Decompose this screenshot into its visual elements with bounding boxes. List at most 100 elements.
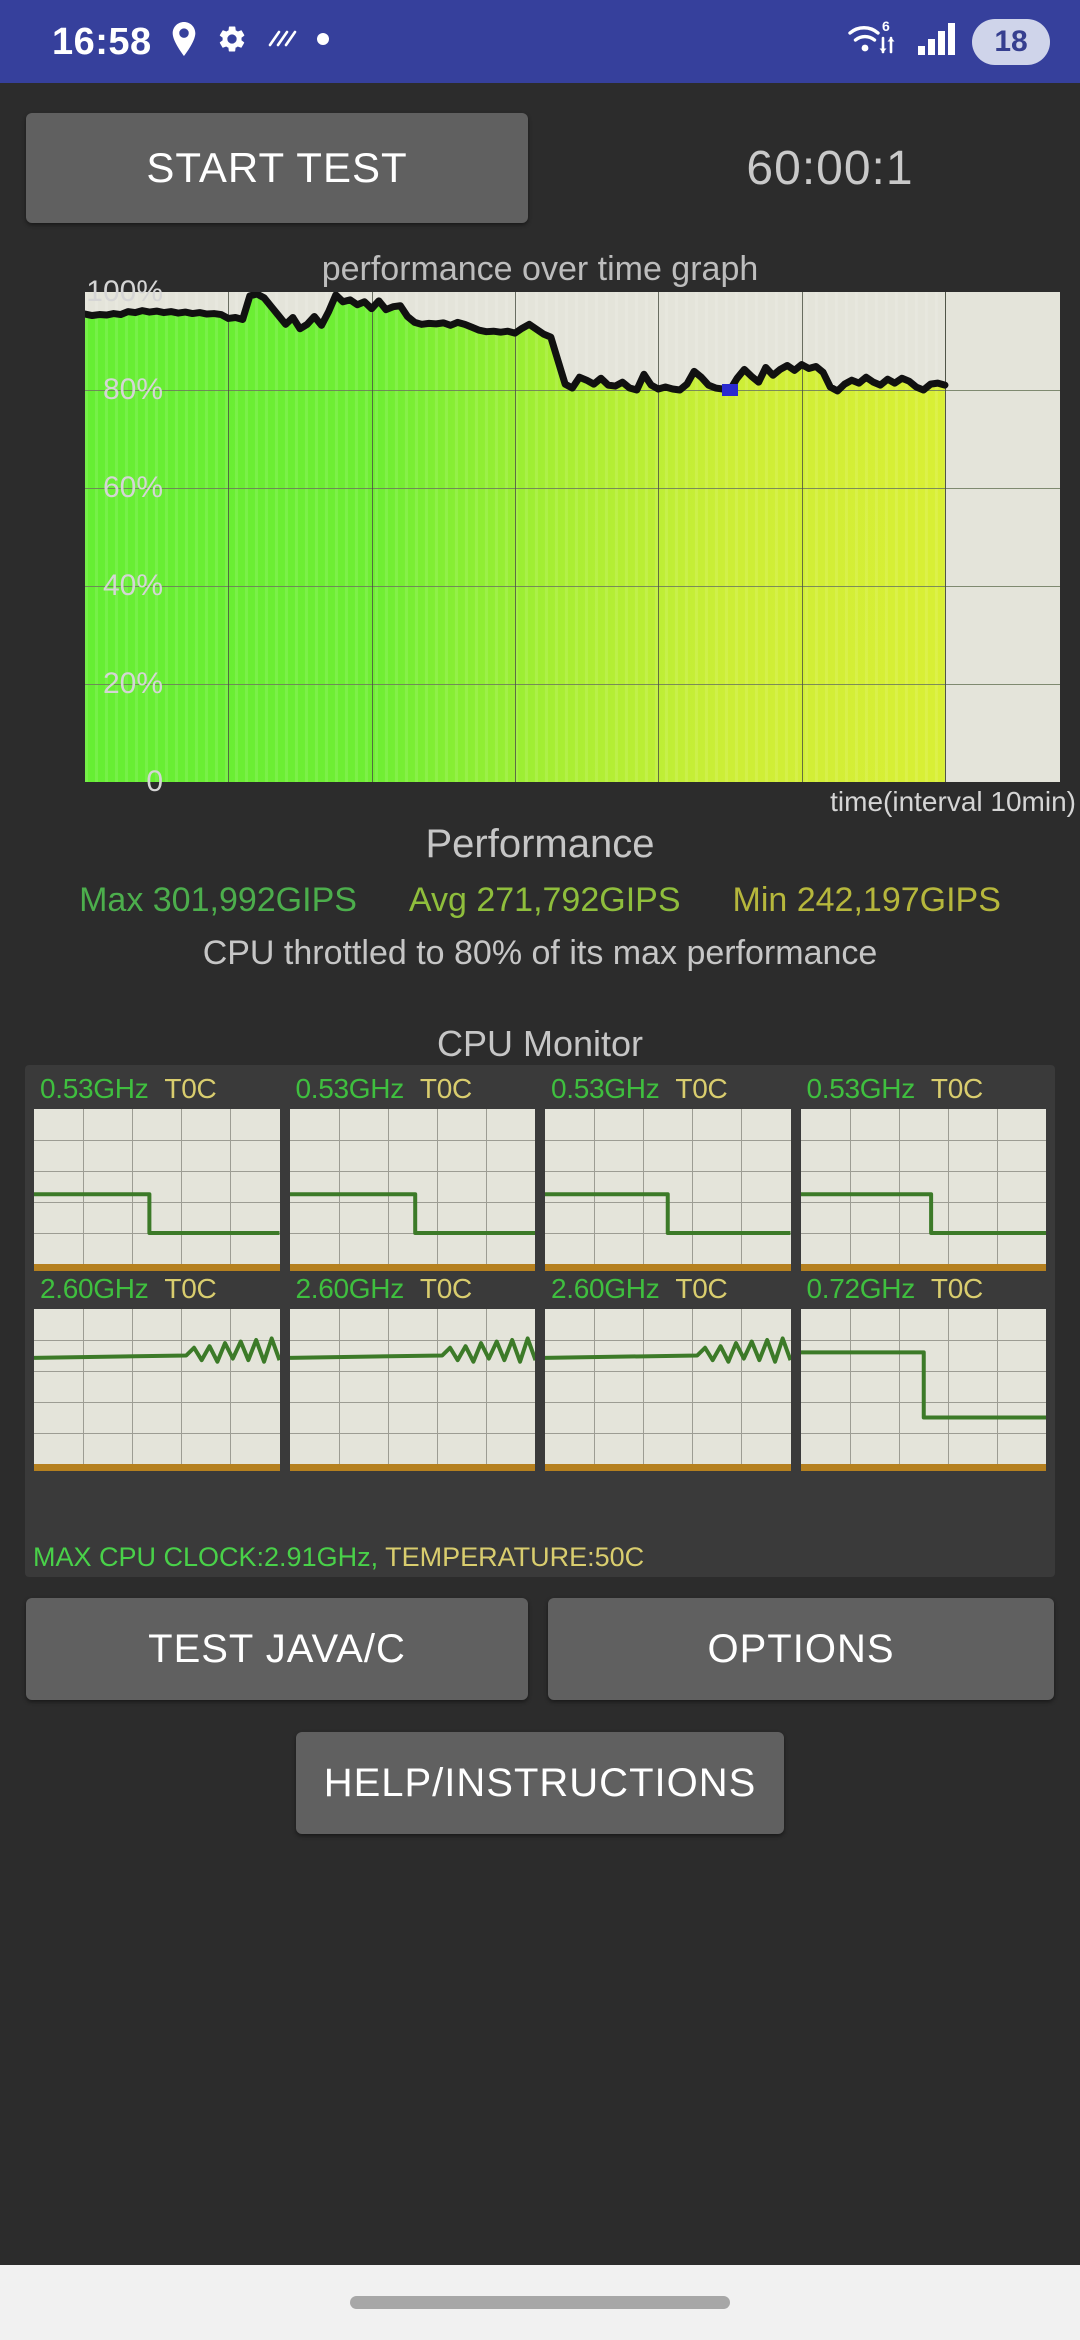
performance-stats-row: Max 301,992GIPS Avg 271,792GIPS Min 242,… [0, 881, 1080, 920]
cpu-core-3-temp-bar [800, 1264, 1046, 1271]
vpn-key-icon [266, 26, 298, 57]
cpu-core-5-temp: T0C [419, 1273, 472, 1304]
cpu-core-7-header: 0.72GHz T0C [807, 1273, 1047, 1305]
location-pin-icon [170, 22, 198, 61]
cpu-core-2-line [545, 1109, 791, 1264]
cpu-core-7-temp-bar [800, 1464, 1046, 1471]
chart-y-tick: 100% [86, 275, 163, 308]
chart-y-tick: 80% [102, 373, 163, 406]
status-bar: 16:58 6 18 [0, 0, 1080, 83]
start-test-button[interactable]: START TEST [26, 113, 528, 223]
cpu-core-5-clock: 2.60GHz [295, 1273, 405, 1304]
cpu-core-5-header: 2.60GHz T0C [296, 1273, 536, 1305]
cpu-core-6-temp: T0C [675, 1273, 728, 1304]
cpu-core-3-clock: 0.53GHz [806, 1073, 916, 1104]
cpu-core-7-temp: T0C [930, 1273, 983, 1304]
cpu-core-2: 0.53GHz T0C [540, 1071, 796, 1271]
cpu-core-6: 2.60GHz T0C [540, 1271, 796, 1471]
cpu-core-1: 0.53GHz T0C [285, 1071, 541, 1271]
cpu-core-6-header: 2.60GHz T0C [551, 1273, 791, 1305]
cpu-core-2-header: 0.53GHz T0C [551, 1073, 791, 1105]
cpu-core-5: 2.60GHz T0C [285, 1271, 541, 1471]
wifi-6-icon: 6 [846, 18, 902, 65]
performance-heading: Performance [425, 822, 655, 866]
cpu-core-1-line [290, 1109, 536, 1264]
top-toolbar: START TEST 60:00:1 [0, 83, 1080, 253]
performance-avg: Avg 271,792GIPS [408, 881, 681, 919]
cpu-core-0: 0.53GHz T0C [29, 1071, 285, 1271]
performance-max: Max 301,992GIPS [79, 881, 357, 919]
throttle-note: CPU throttled to 80% of its max performa… [202, 934, 878, 972]
help-instructions-button[interactable]: HELP/INSTRUCTIONS [296, 1732, 784, 1834]
chart-plot-area: 100% 80% 60% 40% 20% 0 [85, 275, 1060, 798]
cpu-core-4-header: 2.60GHz T0C [40, 1273, 280, 1305]
cpu-monitor-panel: 0.53GHz T0C 0.53GHz T0C 0.53GHz T0C 0.53GHz T0C… [25, 1065, 1055, 1577]
cpu-core-4-graph [34, 1309, 280, 1464]
cpu-core-5-graph [289, 1309, 536, 1464]
cpu-core-4-temp: T0C [164, 1273, 217, 1304]
cpu-core-3-line [801, 1109, 1047, 1264]
cpu-core-3-header: 0.53GHz T0C [807, 1073, 1047, 1105]
chart-y-axis-labels: 100% 80% 60% 40% 20% 0 [85, 275, 1080, 798]
cpu-core-6-graph [545, 1309, 791, 1464]
cpu-core-1-graph [289, 1109, 536, 1264]
cpu-core-7-line [801, 1309, 1047, 1464]
cpu-core-4-line [34, 1309, 280, 1464]
svg-text:6: 6 [882, 18, 890, 34]
cpu-core-0-clock: 0.53GHz [40, 1073, 149, 1104]
cpu-core-3-temp: T0C [930, 1073, 983, 1104]
gesture-pill-handle[interactable] [350, 2296, 730, 2309]
cpu-monitor-footer: MAX CPU CLOCK:2.91GHz, TEMPERATURE:50C [33, 1542, 644, 1573]
battery-badge: 18 [972, 18, 1050, 65]
cpu-temperature-text: TEMPERATURE:50C [385, 1542, 645, 1572]
dot-indicator-icon [316, 32, 330, 51]
chart-x-axis-label: time(interval 10min) [830, 786, 1076, 817]
cpu-core-2-clock: 0.53GHz [551, 1073, 660, 1104]
cpu-core-6-temp-bar [545, 1464, 791, 1471]
cpu-core-1-clock: 0.53GHz [295, 1073, 405, 1104]
cpu-core-7: 0.72GHz T0C [796, 1271, 1052, 1471]
cpu-core-0-temp-bar [34, 1264, 280, 1271]
chart-y-tick: 40% [102, 569, 163, 602]
cpu-core-2-temp-bar [545, 1264, 791, 1271]
status-bar-right: 6 18 [846, 18, 1050, 65]
performance-chart: performance over time graph 100% 80% 60%… [0, 250, 1080, 817]
cpu-core-4-temp-bar [34, 1464, 280, 1471]
system-navigation-bar [0, 2265, 1080, 2340]
cpu-core-1-header: 0.53GHz T0C [296, 1073, 536, 1105]
cpu-core-4-clock: 2.60GHz [40, 1273, 149, 1304]
performance-summary: Performance Max 301,992GIPS Avg 271,792G… [0, 822, 1080, 973]
performance-min: Min 242,197GIPS [732, 881, 1001, 919]
cpu-core-row-top: 0.53GHz T0C 0.53GHz T0C 0.53GHz T0C 0.53GHz T0C [29, 1071, 1051, 1271]
cpu-core-7-clock: 0.72GHz [806, 1273, 916, 1304]
cpu-core-7-graph [800, 1309, 1047, 1464]
cellular-signal-icon [916, 22, 958, 61]
cpu-core-3: 0.53GHz T0C [796, 1071, 1052, 1271]
options-button[interactable]: OPTIONS [548, 1598, 1054, 1700]
cpu-core-5-temp-bar [289, 1464, 535, 1471]
cpu-core-1-temp-bar [289, 1264, 535, 1271]
chart-y-tick: 0 [146, 765, 163, 798]
gear-icon [216, 23, 248, 60]
status-clock: 16:58 [52, 20, 152, 63]
status-bar-left: 16:58 [52, 22, 330, 61]
chart-y-tick: 20% [102, 667, 163, 700]
cpu-core-6-line [545, 1309, 791, 1464]
cpu-core-3-graph [800, 1109, 1047, 1264]
cpu-core-0-header: 0.53GHz T0C [40, 1073, 280, 1105]
cpu-core-2-graph [545, 1109, 791, 1264]
max-cpu-clock-text: MAX CPU CLOCK:2.91GHz, [33, 1542, 379, 1572]
cpu-core-5-line [290, 1309, 536, 1464]
cpu-core-1-temp: T0C [419, 1073, 472, 1104]
cpu-monitor-heading: CPU Monitor [436, 1023, 644, 1064]
cpu-core-0-graph [34, 1109, 280, 1264]
cpu-core-2-temp: T0C [675, 1073, 728, 1104]
cpu-core-6-clock: 2.60GHz [551, 1273, 660, 1304]
cpu-core-4: 2.60GHz T0C [29, 1271, 285, 1471]
chart-y-tick: 60% [102, 471, 163, 504]
cpu-core-0-line [34, 1109, 280, 1264]
cpu-core-0-temp: T0C [164, 1073, 217, 1104]
test-java-c-button[interactable]: TEST JAVA/C [26, 1598, 528, 1700]
cpu-core-row-bottom: 2.60GHz T0C 2.60GHz T0C 2.60GHz T0C 0.72GHz T0C [29, 1271, 1051, 1471]
timer-readout: 60:00:1 [746, 141, 914, 195]
